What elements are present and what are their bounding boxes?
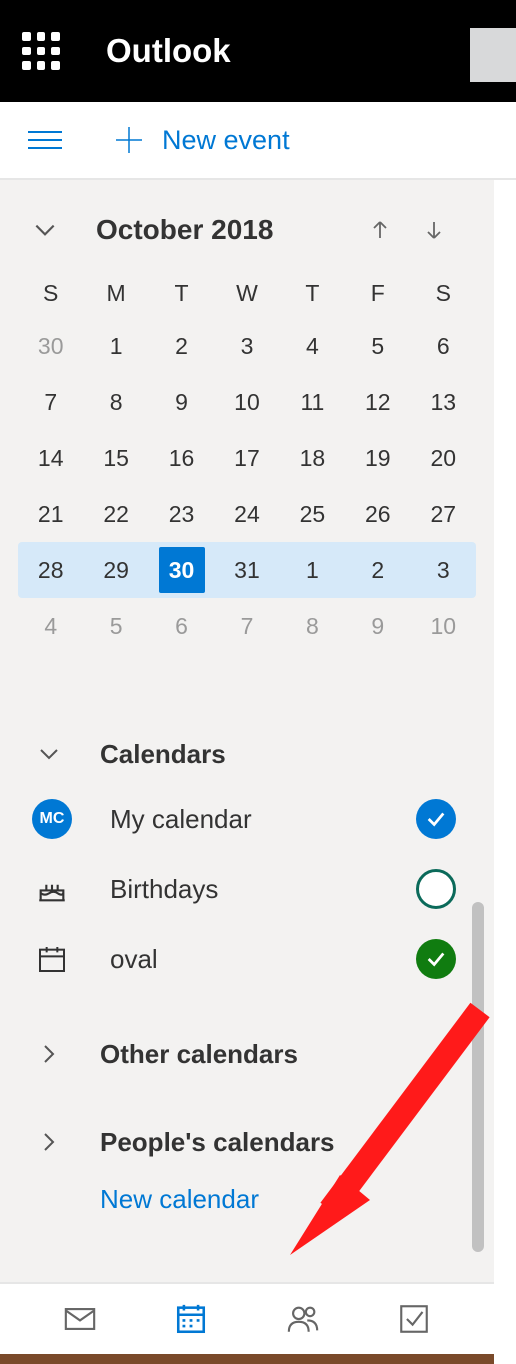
- section-header-calendars[interactable]: Calendars: [32, 724, 494, 784]
- weekday-header: T: [149, 268, 214, 318]
- chevron-right-icon: [32, 1125, 66, 1159]
- weekday-header: S: [411, 268, 476, 318]
- cake-icon: [32, 869, 72, 909]
- next-month-button[interactable]: [420, 216, 448, 244]
- calendar-day[interactable]: 1: [280, 542, 345, 598]
- calendar-day[interactable]: 25: [280, 486, 345, 542]
- calendar-toggle-checked[interactable]: [416, 799, 456, 839]
- calendar-day[interactable]: 6: [149, 598, 214, 654]
- switcher-mail[interactable]: [56, 1295, 104, 1343]
- section-label: Other calendars: [100, 1039, 298, 1070]
- weekday-header: T: [280, 268, 345, 318]
- calendar-day[interactable]: 17: [214, 430, 279, 486]
- calendar-day[interactable]: 8: [280, 598, 345, 654]
- weekday-header: F: [345, 268, 410, 318]
- calendar-day[interactable]: 5: [345, 318, 410, 374]
- calendar-item-birthdays[interactable]: Birthdays: [32, 854, 494, 924]
- month-label: October 2018: [96, 214, 273, 246]
- calendar-day[interactable]: 24: [214, 486, 279, 542]
- calendar-day[interactable]: 16: [149, 430, 214, 486]
- calendar-day[interactable]: 9: [345, 598, 410, 654]
- prev-month-button[interactable]: [366, 216, 394, 244]
- new-calendar-link[interactable]: New calendar: [100, 1184, 494, 1215]
- calendar-item-my-calendar[interactable]: MC My calendar: [32, 784, 494, 854]
- calendar-day[interactable]: 8: [83, 374, 148, 430]
- calendar-toggle-unchecked[interactable]: [416, 869, 456, 909]
- calendar-day[interactable]: 4: [280, 318, 345, 374]
- new-event-label: New event: [162, 125, 290, 156]
- section-header-peoples-calendars[interactable]: People's calendars: [32, 1112, 494, 1172]
- content-placeholder: [494, 181, 516, 1281]
- chevron-down-icon: [32, 737, 66, 771]
- calendar-day[interactable]: 18: [280, 430, 345, 486]
- calendar-name: oval: [110, 944, 158, 975]
- new-event-button[interactable]: New event: [112, 123, 290, 157]
- calendar-name: Birthdays: [110, 874, 218, 905]
- calendar-day[interactable]: 27: [411, 486, 476, 542]
- calendar-day[interactable]: 13: [411, 374, 476, 430]
- calendar-day[interactable]: 9: [149, 374, 214, 430]
- calendar-day[interactable]: 11: [280, 374, 345, 430]
- calendar-day[interactable]: 3: [411, 542, 476, 598]
- calendar-item-oval[interactable]: oval: [32, 924, 494, 994]
- decorative-grey-panel: [470, 28, 516, 82]
- switcher-people[interactable]: [279, 1295, 327, 1343]
- weekday-header: S: [18, 268, 83, 318]
- hamburger-menu-icon[interactable]: [28, 123, 62, 157]
- calendar-day[interactable]: 10: [411, 598, 476, 654]
- calendar-icon: [32, 939, 72, 979]
- calendar-name: My calendar: [110, 804, 252, 835]
- app-name: Outlook: [106, 32, 231, 70]
- calendar-day[interactable]: 6: [411, 318, 476, 374]
- calendar-day[interactable]: 31: [214, 542, 279, 598]
- calendar-day[interactable]: 2: [345, 542, 410, 598]
- calendar-day[interactable]: 30: [149, 542, 214, 598]
- section-header-other-calendars[interactable]: Other calendars: [32, 1024, 494, 1084]
- weekday-header: W: [214, 268, 279, 318]
- section-label: People's calendars: [100, 1127, 335, 1158]
- section-label: Calendars: [100, 739, 226, 770]
- calendar-day[interactable]: 29: [83, 542, 148, 598]
- switcher-calendar[interactable]: [167, 1295, 215, 1343]
- calendar-day[interactable]: 10: [214, 374, 279, 430]
- calendar-day[interactable]: 5: [83, 598, 148, 654]
- weekday-header: M: [83, 268, 148, 318]
- plus-icon: [112, 123, 146, 157]
- calendar-day[interactable]: 30: [18, 318, 83, 374]
- calendar-day[interactable]: 2: [149, 318, 214, 374]
- chevron-right-icon: [32, 1037, 66, 1071]
- calendar-day[interactable]: 28: [18, 542, 83, 598]
- calendar-day[interactable]: 21: [18, 486, 83, 542]
- calendar-day[interactable]: 22: [83, 486, 148, 542]
- calendar-day[interactable]: 26: [345, 486, 410, 542]
- calendar-day[interactable]: 7: [18, 374, 83, 430]
- calendar-day[interactable]: 12: [345, 374, 410, 430]
- calendar-toggle-checked[interactable]: [416, 939, 456, 979]
- calendar-day[interactable]: 20: [411, 430, 476, 486]
- calendar-day[interactable]: 15: [83, 430, 148, 486]
- decorative-footer: [0, 1354, 494, 1364]
- switcher-tasks[interactable]: [390, 1295, 438, 1343]
- scrollbar[interactable]: [472, 902, 484, 1252]
- mini-calendar[interactable]: SMTWTFS301234567891011121314151617181920…: [0, 246, 494, 654]
- calendar-day[interactable]: 4: [18, 598, 83, 654]
- calendar-day[interactable]: 7: [214, 598, 279, 654]
- calendar-day[interactable]: 23: [149, 486, 214, 542]
- calendar-day[interactable]: 19: [345, 430, 410, 486]
- app-launcher-icon[interactable]: [22, 32, 60, 70]
- calendar-day[interactable]: 1: [83, 318, 148, 374]
- calendar-day[interactable]: 14: [18, 430, 83, 486]
- month-toggle-chevron[interactable]: [32, 217, 58, 243]
- avatar: MC: [32, 799, 72, 839]
- calendar-day[interactable]: 3: [214, 318, 279, 374]
